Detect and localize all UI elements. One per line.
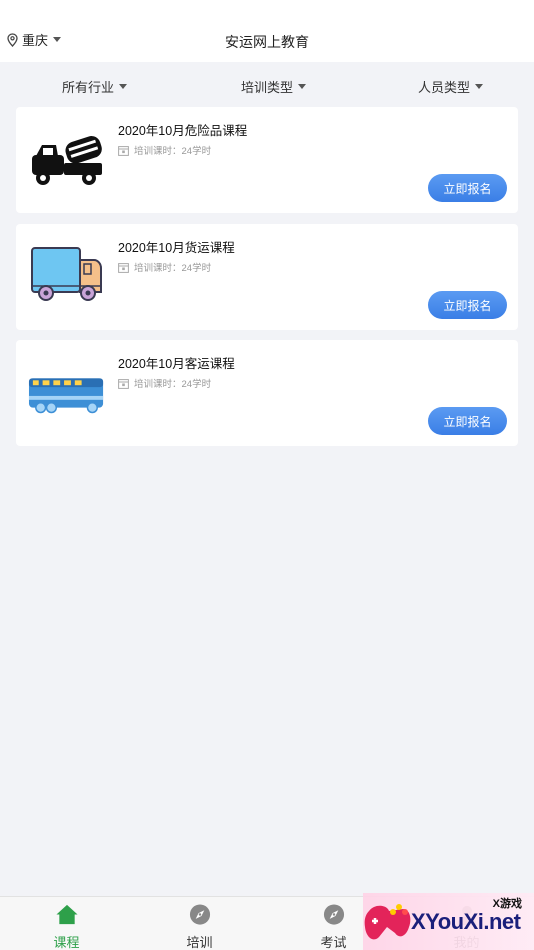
- filter-industry[interactable]: 所有行业: [62, 77, 128, 96]
- course-hours-label: 培训课时：24学时: [134, 146, 212, 157]
- mixer-truck-icon: [32, 136, 102, 185]
- filter-bar: 所有行业 培训类型 人员类型: [0, 62, 534, 106]
- course-title: 2020年10月危险品课程: [118, 124, 248, 138]
- chevron-down-icon: [298, 84, 307, 89]
- filter-industry-label: 所有行业: [62, 80, 115, 95]
- course-card[interactable]: 2020年10月客运课程 培训课时：24学时 立即报名: [16, 340, 518, 446]
- calendar-icon: [118, 262, 129, 273]
- course-hours-label: 培训课时：24学时: [134, 379, 212, 390]
- filter-personnel-type-label: 人员类型: [418, 80, 471, 95]
- filter-training-type[interactable]: 培训类型: [241, 77, 307, 96]
- compass-icon: [189, 904, 210, 925]
- chevron-down-icon: [119, 84, 128, 89]
- app-header: 重庆 安运网上教育: [0, 0, 534, 62]
- course-title: 2020年10月货运课程: [118, 241, 235, 255]
- enroll-button[interactable]: 立即报名: [428, 407, 507, 435]
- tab-training-label: 培训: [186, 935, 213, 950]
- course-card[interactable]: 2020年10月危险品课程 培训课时：24学时 立即报名: [16, 107, 518, 213]
- filter-training-type-label: 培训类型: [241, 80, 294, 95]
- bus-icon: [28, 378, 104, 414]
- home-icon: [55, 904, 78, 925]
- page-title: 安运网上教育: [225, 34, 309, 50]
- enroll-button[interactable]: 立即报名: [428, 174, 507, 202]
- tab-exam-label: 考试: [320, 935, 347, 950]
- tab-courses-label: 课程: [53, 935, 80, 950]
- course-hours: 培训课时：24学时: [118, 143, 211, 157]
- enroll-button[interactable]: 立即报名: [428, 291, 507, 319]
- course-hours: 培训课时：24学时: [118, 376, 211, 390]
- course-hours-label: 培训课时：24学时: [134, 263, 212, 274]
- chevron-down-icon: [475, 84, 484, 89]
- compass-icon: [323, 904, 344, 925]
- course-card[interactable]: 2020年10月货运课程 培训课时：24学时 立即报名: [16, 224, 518, 330]
- tab-courses[interactable]: 课程: [0, 897, 133, 950]
- tab-training[interactable]: 培训: [133, 897, 266, 950]
- filter-personnel-type[interactable]: 人员类型: [418, 77, 484, 96]
- watermark-text: XYouXi.net: [411, 909, 521, 934]
- cargo-truck-icon: [31, 247, 102, 301]
- gamepad-logo-icon: [364, 904, 411, 940]
- course-title: 2020年10月客运课程: [118, 357, 235, 371]
- calendar-icon: [118, 145, 129, 156]
- course-hours: 培训课时：24学时: [118, 260, 211, 274]
- watermark: X游戏 XYouXi.net: [363, 893, 534, 950]
- calendar-icon: [118, 378, 129, 389]
